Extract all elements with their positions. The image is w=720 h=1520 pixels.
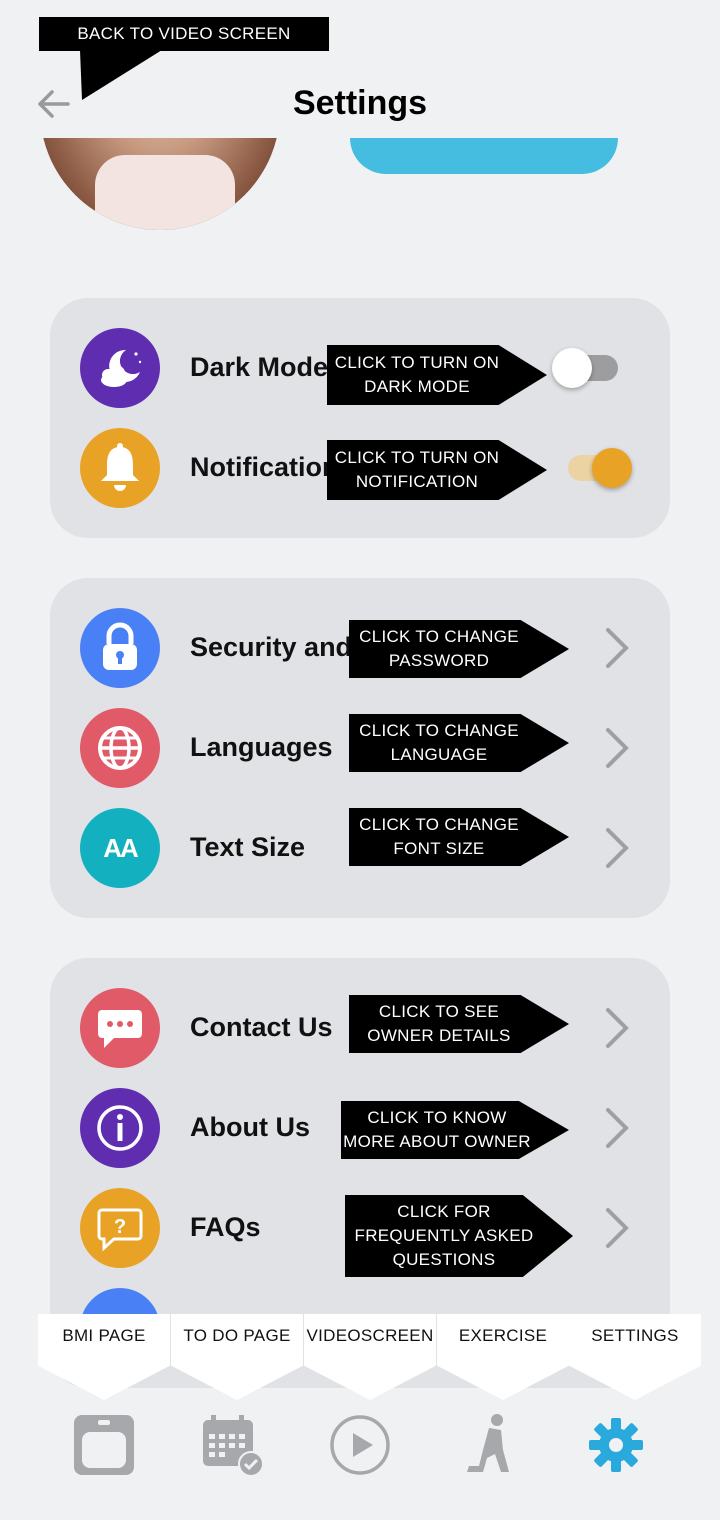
question-icon: ? (97, 1208, 143, 1252)
languages-chevron-icon[interactable] (604, 726, 632, 770)
svg-text:?: ? (114, 1216, 126, 1238)
bell-icon (101, 443, 139, 491)
chat-icon (98, 1010, 142, 1048)
security-chevron-icon[interactable] (604, 626, 632, 670)
moon-clouds-icon (101, 349, 142, 387)
about-us-icon (80, 1088, 160, 1168)
lock-icon (103, 622, 137, 670)
contact-us-chevron-icon[interactable] (604, 1006, 632, 1050)
page-title: Settings (292, 84, 428, 122)
gear-icon[interactable] (581, 1410, 651, 1480)
dark-mode-toggle-knob[interactable] (552, 348, 592, 388)
languages-label: Languages (190, 732, 333, 762)
scale-icon[interactable] (69, 1410, 139, 1480)
notification-icon (80, 428, 160, 508)
faqs-chevron-icon[interactable] (604, 1206, 632, 1250)
contact-us-icon (80, 988, 160, 1068)
faqs-label: FAQs (190, 1212, 261, 1242)
security-label: Security and (190, 632, 350, 662)
profile-action-button[interactable] (350, 138, 618, 174)
globe-icon (98, 726, 142, 770)
back-to-video-callout: BACK TO VIDEO SCREEN (39, 17, 329, 51)
calendar-check-icon[interactable] (197, 1410, 267, 1480)
text-size-icon: AA (80, 808, 160, 888)
info-icon (97, 1105, 143, 1151)
play-icon[interactable] (325, 1410, 395, 1480)
exercise-icon[interactable] (455, 1410, 525, 1480)
dark-mode-icon (80, 328, 160, 408)
text-size-chevron-icon[interactable] (604, 826, 632, 870)
faqs-icon: ? (80, 1188, 160, 1268)
security-icon (80, 608, 160, 688)
toggles-card (50, 298, 670, 538)
languages-icon (80, 708, 160, 788)
dark-mode-label: Dark Mode (190, 352, 329, 382)
notification-toggle-knob[interactable] (592, 448, 632, 488)
notification-label: Notification (190, 452, 330, 482)
text-size-label: Text Size (190, 832, 306, 862)
about-us-label: About Us (190, 1112, 310, 1142)
contact-us-label: Contact Us (190, 1012, 333, 1042)
avatar-shirt (95, 155, 235, 230)
about-us-chevron-icon[interactable] (604, 1106, 632, 1150)
